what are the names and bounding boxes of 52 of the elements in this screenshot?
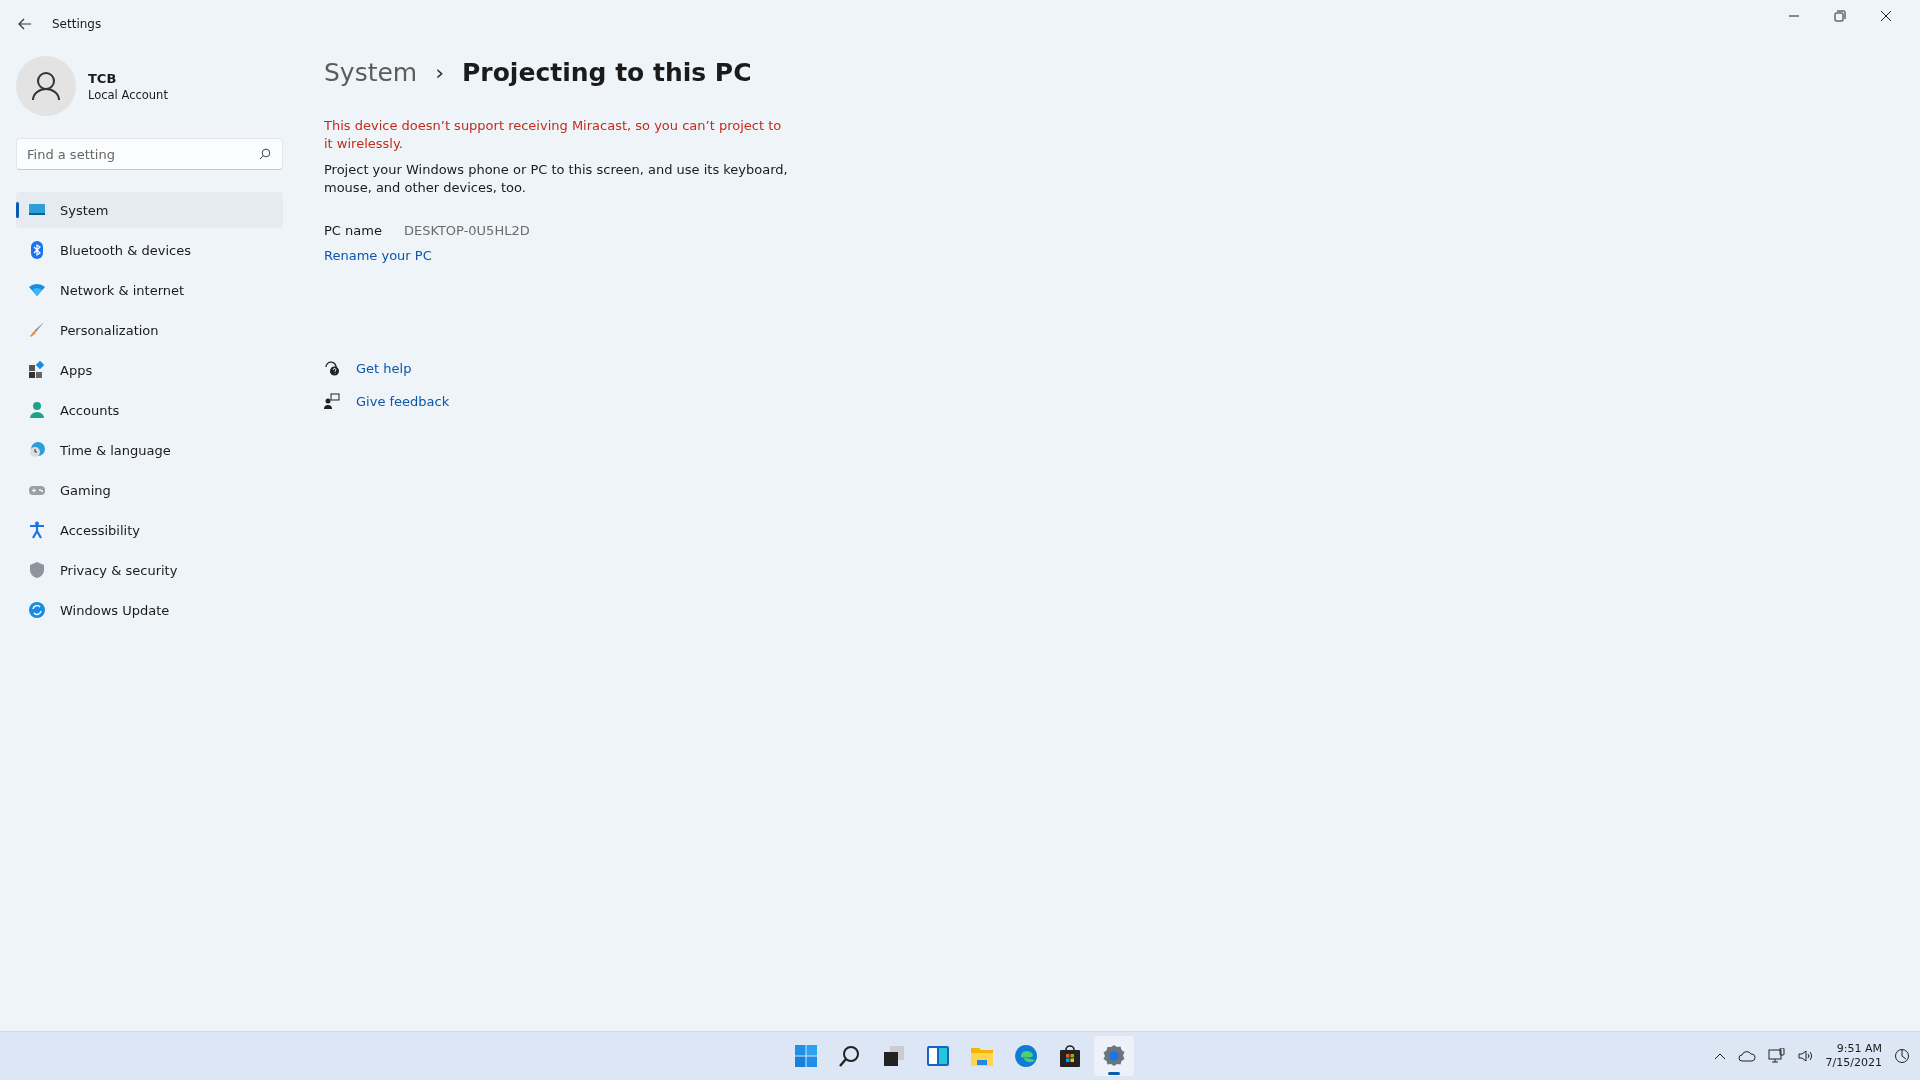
speaker-icon[interactable] — [1797, 1049, 1814, 1063]
page-title: Projecting to this PC — [462, 58, 752, 87]
close-icon[interactable] — [1880, 10, 1892, 22]
sidebar-item[interactable]: System — [16, 192, 283, 228]
task-view-icon — [882, 1044, 906, 1068]
sync-icon — [28, 601, 46, 619]
restore-icon[interactable] — [1834, 10, 1846, 22]
avatar-icon — [16, 56, 76, 116]
network-icon[interactable] — [1767, 1048, 1786, 1064]
sidebar-item[interactable]: Privacy & security — [16, 552, 283, 588]
warning-message: This device doesn’t support receiving Miracast, so you can’t project to it wirelessly. — [324, 117, 783, 153]
sidebar-item[interactable]: Apps — [16, 352, 283, 388]
person-icon — [28, 401, 46, 419]
clock-globe-icon — [28, 441, 46, 459]
sidebar-item[interactable]: Bluetooth & devices — [16, 232, 283, 268]
gear-icon — [1102, 1044, 1126, 1068]
help-link[interactable]: Give feedback — [356, 393, 450, 409]
brush-icon — [28, 321, 46, 339]
cloud-icon[interactable] — [1737, 1050, 1756, 1062]
sidebar-item[interactable]: Personalization — [16, 312, 283, 348]
breadcrumb-separator: › — [435, 60, 445, 85]
search-field[interactable]: Find a setting — [16, 138, 283, 170]
account-type: Local Account — [88, 87, 168, 102]
account-name: TCB — [88, 70, 118, 86]
window-title: Settings — [52, 17, 102, 31]
pc-name-label: PC name — [324, 223, 382, 238]
rename-link[interactable]: Rename your PC — [324, 248, 432, 263]
feedback-icon — [324, 393, 340, 409]
apps-icon — [28, 361, 46, 379]
store-icon — [1058, 1044, 1082, 1068]
sidebar-item[interactable]: Network & internet — [16, 272, 283, 308]
help-chat-icon — [324, 360, 340, 376]
back-arrow-icon[interactable] — [18, 18, 32, 30]
pc-name-value: DESKTOP-0U5HL2D — [403, 223, 530, 238]
accessibility-icon — [28, 521, 46, 539]
browser-icon — [1014, 1044, 1038, 1068]
shield-icon — [28, 561, 46, 579]
description-text: Project your Windows phone or PC to this screen, and use its keyboard, mouse, and other devices, too. — [324, 161, 789, 197]
search-icon — [838, 1044, 862, 1068]
sidebar-item[interactable]: Gaming — [16, 472, 283, 508]
sidebar-item[interactable]: Windows Update — [16, 592, 283, 628]
sidebar-item[interactable]: Accounts — [16, 392, 283, 428]
help-link[interactable]: Get help — [356, 360, 412, 376]
clock[interactable]: 9:51 AM 7/15/2021 — [1825, 1042, 1882, 1070]
search-icon — [259, 148, 271, 160]
widgets-icon — [926, 1044, 950, 1068]
bluetooth-icon — [28, 241, 46, 259]
sidebar-item[interactable]: Accessibility — [16, 512, 283, 548]
chevron-up-icon[interactable] — [1713, 1052, 1726, 1060]
breadcrumb-link[interactable]: System — [324, 58, 418, 87]
start-icon — [794, 1044, 818, 1068]
sidebar-item[interactable]: Time & language — [16, 432, 283, 468]
